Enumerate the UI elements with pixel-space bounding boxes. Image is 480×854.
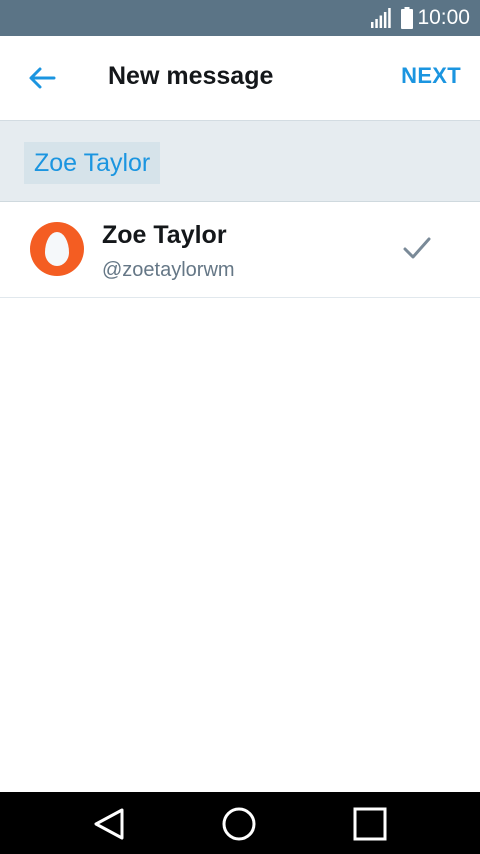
status-time: 10:00 [417, 6, 470, 29]
nav-recents-icon[interactable] [352, 806, 388, 842]
back-button[interactable] [26, 64, 58, 92]
recipient-bar: Zoe Taylor [0, 120, 480, 202]
app-bar: New message NEXT [0, 36, 480, 120]
nav-home-icon[interactable] [221, 806, 257, 842]
battery-icon [401, 7, 414, 29]
egg-avatar-icon [30, 222, 84, 276]
page-title: New message [108, 62, 274, 90]
checkmark-icon [403, 237, 431, 259]
nav-back-icon[interactable] [92, 806, 128, 842]
next-button[interactable]: NEXT [401, 63, 461, 89]
user-handle: @zoetaylorwm [102, 259, 235, 281]
navigation-bar [0, 792, 480, 854]
status-bar: 10:00 [0, 0, 480, 36]
recipient-chip[interactable]: Zoe Taylor [24, 142, 161, 184]
egg-shape [45, 232, 69, 266]
user-name: Zoe Taylor [102, 221, 227, 249]
signal-icon [371, 8, 392, 28]
arrow-left-icon [29, 67, 56, 89]
